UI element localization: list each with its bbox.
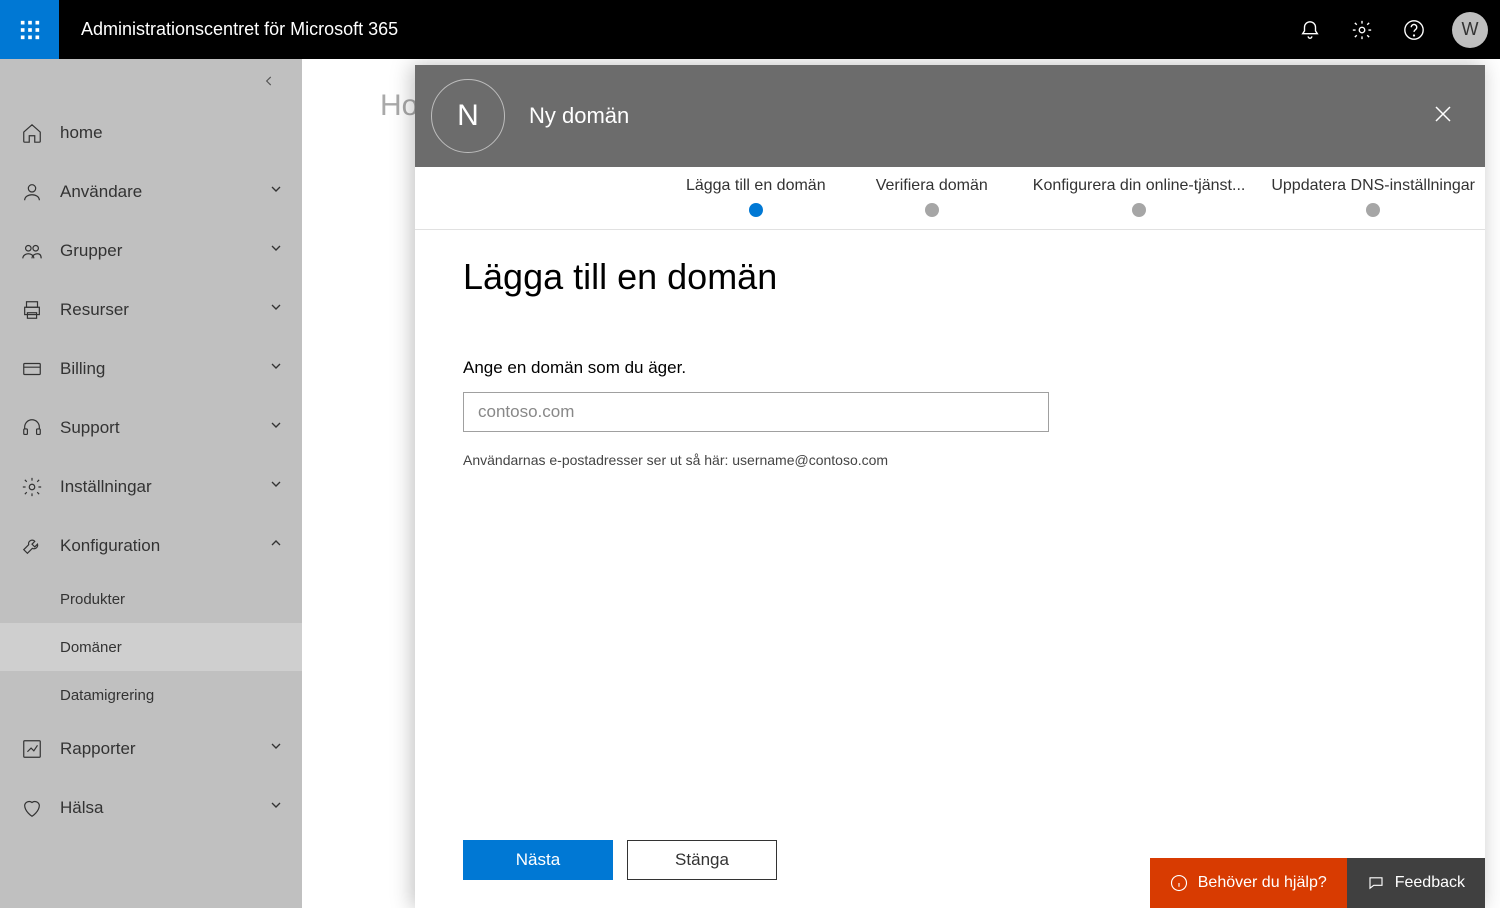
panel-close-button[interactable]: [1431, 102, 1455, 131]
panel-header: N Ny domän: [415, 65, 1485, 167]
step-dot-icon: [1132, 203, 1146, 217]
sidebar-item-support[interactable]: Support: [0, 398, 302, 457]
sidebar-item-home[interactable]: home: [0, 103, 302, 162]
printer-icon: [18, 299, 46, 321]
gear-icon: [1351, 19, 1373, 41]
domain-input[interactable]: [463, 392, 1049, 432]
step-label: Lägga till en domän: [686, 177, 826, 195]
sidebar-collapse-button[interactable]: [0, 59, 302, 103]
sidebar-subitem-domains[interactable]: Domäner: [0, 623, 302, 671]
chart-icon: [18, 738, 46, 760]
sidebar-item-label: Billing: [60, 359, 105, 379]
gear-icon: [18, 476, 46, 498]
feedback-label: Feedback: [1395, 874, 1465, 892]
info-icon: [1170, 874, 1188, 892]
step-dot-icon: [749, 203, 763, 217]
sidebar-item-label: Grupper: [60, 241, 122, 261]
card-icon: [18, 358, 46, 380]
top-header: Administrationscentret för Microsoft 365…: [0, 0, 1500, 59]
step-configure-online[interactable]: Konfigurera din online-tjänst...: [1033, 177, 1246, 217]
sidebar-subitem-label: Datamigrering: [60, 687, 154, 704]
sidebar-subitem-products[interactable]: Produkter: [0, 575, 302, 623]
sidebar-subitem-label: Produkter: [60, 591, 125, 608]
sidebar-item-billing[interactable]: Billing: [0, 339, 302, 398]
chevron-down-icon: [268, 181, 284, 202]
chevron-up-icon: [268, 535, 284, 556]
close-icon: [1431, 102, 1455, 126]
sidebar-item-label: home: [60, 123, 103, 143]
sidebar-subitem-label: Domäner: [60, 639, 122, 656]
step-dot-icon: [925, 203, 939, 217]
new-domain-panel: N Ny domän Lägga till en domän Verifiera…: [415, 65, 1485, 908]
sidebar-item-label: Hälsa: [60, 798, 103, 818]
step-label: Verifiera domän: [876, 177, 988, 195]
sidebar-item-label: Support: [60, 418, 120, 438]
sidebar-item-label: Resurser: [60, 300, 129, 320]
sidebar-item-label: Rapporter: [60, 739, 136, 759]
group-icon: [18, 240, 46, 262]
panel-avatar: N: [431, 79, 505, 153]
waffle-icon: [19, 19, 41, 41]
step-label: Uppdatera DNS-inställningar: [1271, 177, 1475, 195]
sidebar: home Användare Grupper Resurser Billing …: [0, 59, 302, 908]
step-verify-domain[interactable]: Verifiera domän: [857, 177, 1007, 217]
chevron-left-icon: [262, 74, 276, 88]
user-icon: [18, 181, 46, 203]
chevron-down-icon: [268, 240, 284, 261]
wizard-steps: Lägga till en domän Verifiera domän Konf…: [415, 167, 1485, 230]
app-launcher-button[interactable]: [0, 0, 59, 59]
chat-icon: [1367, 874, 1385, 892]
help-bar: Behöver du hjälp? Feedback: [1150, 858, 1485, 908]
domain-field-label: Ange en domän som du äger.: [463, 358, 1437, 378]
chevron-down-icon: [268, 299, 284, 320]
sidebar-item-health[interactable]: Hälsa: [0, 778, 302, 837]
sidebar-item-groups[interactable]: Grupper: [0, 221, 302, 280]
step-label: Konfigurera din online-tjänst...: [1033, 177, 1246, 195]
chevron-down-icon: [268, 797, 284, 818]
panel-heading: Lägga till en domän: [463, 256, 1437, 298]
step-dot-icon: [1366, 203, 1380, 217]
chevron-down-icon: [268, 738, 284, 759]
need-help-button[interactable]: Behöver du hjälp?: [1150, 858, 1347, 908]
home-icon: [18, 122, 46, 144]
step-add-domain[interactable]: Lägga till en domän: [681, 177, 831, 217]
heart-icon: [18, 797, 46, 819]
sidebar-item-label: Konfiguration: [60, 536, 160, 556]
question-icon: [1403, 19, 1425, 41]
panel-body: Lägga till en domän Ange en domän som du…: [415, 230, 1485, 828]
need-help-label: Behöver du hjälp?: [1198, 874, 1327, 892]
next-button[interactable]: Nästa: [463, 840, 613, 880]
close-button[interactable]: Stänga: [627, 840, 777, 880]
sidebar-item-users[interactable]: Användare: [0, 162, 302, 221]
step-update-dns[interactable]: Uppdatera DNS-inställningar: [1271, 177, 1475, 217]
chevron-down-icon: [268, 358, 284, 379]
sidebar-item-resources[interactable]: Resurser: [0, 280, 302, 339]
panel-title: Ny domän: [529, 103, 629, 129]
help-button[interactable]: [1388, 0, 1440, 59]
app-title: Administrationscentret för Microsoft 365: [81, 19, 398, 40]
feedback-button[interactable]: Feedback: [1347, 858, 1485, 908]
user-avatar[interactable]: W: [1452, 12, 1488, 48]
sidebar-item-label: Inställningar: [60, 477, 152, 497]
sidebar-item-label: Användare: [60, 182, 142, 202]
chevron-down-icon: [268, 476, 284, 497]
sidebar-item-reports[interactable]: Rapporter: [0, 719, 302, 778]
sidebar-item-configuration[interactable]: Konfiguration: [0, 516, 302, 575]
bell-icon: [1299, 19, 1321, 41]
chevron-down-icon: [268, 417, 284, 438]
sidebar-item-settings[interactable]: Inställningar: [0, 457, 302, 516]
notifications-button[interactable]: [1284, 0, 1336, 59]
settings-button[interactable]: [1336, 0, 1388, 59]
sidebar-subitem-datamigration[interactable]: Datamigrering: [0, 671, 302, 719]
domain-hint: Användarnas e-postadresser ser ut så här…: [463, 452, 1437, 468]
wrench-icon: [18, 535, 46, 557]
headset-icon: [18, 417, 46, 439]
